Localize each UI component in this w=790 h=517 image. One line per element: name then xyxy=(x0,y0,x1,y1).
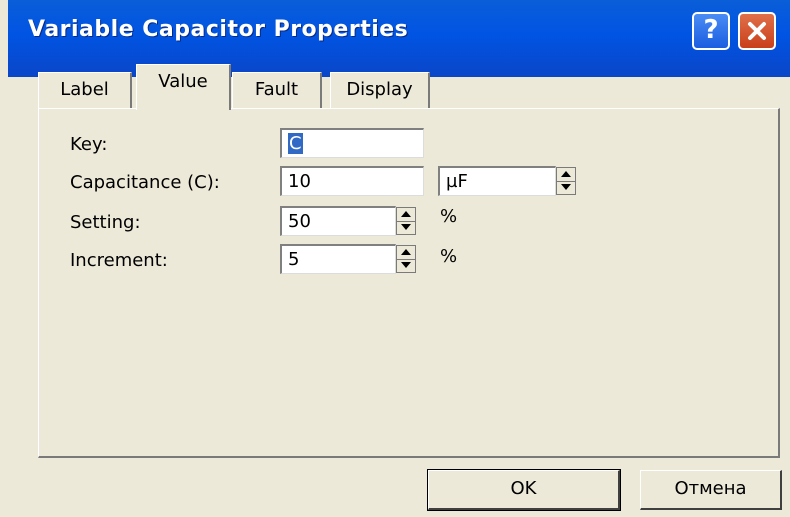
increment-unit: % xyxy=(440,246,458,267)
capacitance-input[interactable]: 10 xyxy=(280,166,424,196)
setting-input[interactable]: 50 xyxy=(280,206,396,236)
title-bar[interactable]: Variable Capacitor Properties ? xyxy=(8,0,790,77)
spin-down-button[interactable] xyxy=(397,259,415,272)
ok-button[interactable]: OK xyxy=(427,469,621,511)
spin-up-button[interactable] xyxy=(557,168,575,182)
arrow-up-icon xyxy=(401,211,411,217)
spin-down-button[interactable] xyxy=(557,181,575,194)
setting-unit: % xyxy=(440,206,458,227)
spin-up-button[interactable] xyxy=(397,246,415,260)
key-input[interactable]: C xyxy=(280,128,424,158)
increment-label: Increment: xyxy=(70,250,168,271)
tab-fault[interactable]: Fault xyxy=(232,72,322,108)
spin-down-button[interactable] xyxy=(397,221,415,234)
question-mark-icon: ? xyxy=(703,15,719,45)
tab-label[interactable]: Label xyxy=(38,72,132,108)
help-button[interactable]: ? xyxy=(692,12,730,50)
increment-input[interactable]: 5 xyxy=(280,244,396,274)
key-label: Key: xyxy=(70,134,108,155)
spin-up-button[interactable] xyxy=(397,208,415,222)
capacitance-unit-select[interactable]: µF xyxy=(438,166,556,196)
dialog-window: Variable Capacitor Properties ? Label Fa… xyxy=(0,0,790,517)
value-tab-panel xyxy=(38,108,780,458)
close-x-icon xyxy=(748,22,766,40)
window-title: Variable Capacitor Properties xyxy=(28,17,409,42)
arrow-up-icon xyxy=(561,171,571,177)
tab-value[interactable]: Value xyxy=(136,64,231,110)
increment-spinner[interactable] xyxy=(396,245,416,273)
capacitance-unit-spinner[interactable] xyxy=(556,167,576,195)
arrow-down-icon xyxy=(401,262,411,268)
key-value: C xyxy=(288,133,303,154)
arrow-down-icon xyxy=(401,224,411,230)
setting-spinner[interactable] xyxy=(396,207,416,235)
arrow-down-icon xyxy=(561,184,571,190)
setting-label: Setting: xyxy=(70,212,141,233)
cancel-button[interactable]: Отмена xyxy=(640,470,782,510)
close-button[interactable] xyxy=(738,12,776,50)
window-left-edge xyxy=(0,0,8,517)
tab-display[interactable]: Display xyxy=(330,72,430,108)
capacitance-label: Capacitance (C): xyxy=(70,172,220,193)
arrow-up-icon xyxy=(401,249,411,255)
